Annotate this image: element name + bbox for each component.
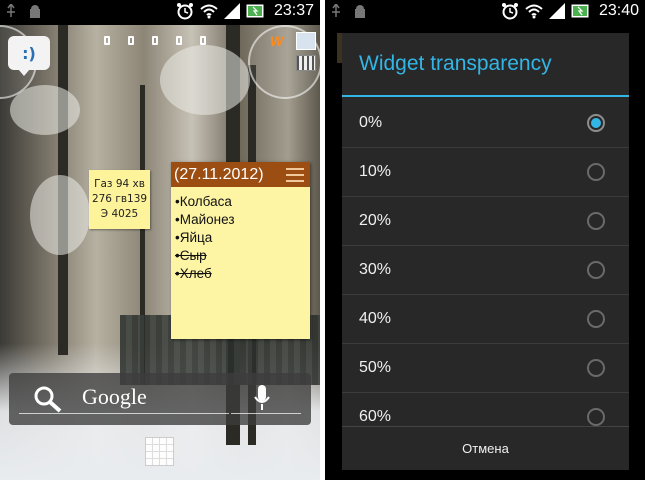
gallery-icon[interactable] xyxy=(296,32,316,50)
walkman-icon[interactable]: W xyxy=(270,33,283,49)
option-label: 40% xyxy=(359,310,392,327)
messaging-icon[interactable]: :) xyxy=(8,36,50,76)
list-item-done[interactable]: •Хлеб xyxy=(175,265,306,283)
battery-icon xyxy=(571,4,589,18)
option-row[interactable]: 50% xyxy=(342,344,629,393)
option-row[interactable]: 10% xyxy=(342,148,629,197)
page-indicator xyxy=(104,36,206,45)
status-time: 23:37 xyxy=(273,2,314,19)
radio-button[interactable] xyxy=(587,408,605,426)
note-date: (27.11.2012) xyxy=(174,165,264,183)
list-item-done[interactable]: •Сыр xyxy=(175,247,306,265)
search-underline xyxy=(231,413,301,414)
page-dot xyxy=(200,36,206,45)
radio-button[interactable] xyxy=(587,310,605,328)
radio-button-checked[interactable] xyxy=(587,114,605,132)
radio-button[interactable] xyxy=(587,163,605,181)
cancel-button[interactable]: Отмена xyxy=(462,441,509,456)
alarm-icon xyxy=(501,3,518,20)
microphone-icon[interactable] xyxy=(254,385,270,411)
page-dot xyxy=(152,36,158,45)
wifi-icon xyxy=(200,4,218,19)
status-bar: 23:40 xyxy=(325,0,645,25)
google-search-widget[interactable]: Google xyxy=(9,373,311,425)
option-row[interactable]: 40% xyxy=(342,295,629,344)
search-underline xyxy=(19,413,229,414)
option-row[interactable]: 20% xyxy=(342,197,629,246)
google-label[interactable]: Google xyxy=(82,384,147,410)
signal-icon xyxy=(223,3,240,19)
status-time: 23:40 xyxy=(598,2,639,19)
home-screen: 23:37 :) W Газ 94 хв 276 гв139 Э 4025 (2… xyxy=(0,0,320,480)
page-dot xyxy=(176,36,182,45)
alarm-icon xyxy=(176,3,193,20)
option-row[interactable]: 30% xyxy=(342,246,629,295)
list-item[interactable]: •Колбаса xyxy=(175,193,306,211)
page-dot xyxy=(128,36,134,45)
option-row[interactable]: 60% xyxy=(342,393,629,427)
signal-icon xyxy=(548,3,565,19)
note-list: •Колбаса •Майонез •Яйца •Сыр •Хлеб xyxy=(171,187,310,289)
usb-icon xyxy=(332,4,340,17)
radio-button[interactable] xyxy=(587,261,605,279)
settings-screen: 23:40 Widget transparency 0% 10% 20% 30% xyxy=(325,0,645,480)
search-icon[interactable] xyxy=(33,385,63,413)
battery-icon xyxy=(246,4,264,18)
snowy-branch xyxy=(160,45,250,115)
option-label: 10% xyxy=(359,163,392,180)
dialog-title: Widget transparency xyxy=(342,33,629,97)
option-row[interactable]: 0% xyxy=(342,99,629,148)
radio-button[interactable] xyxy=(587,212,605,230)
sticky-line: Э 4025 xyxy=(100,208,139,220)
usb-icon xyxy=(7,4,15,17)
dialog-footer: Отмена xyxy=(342,426,629,470)
android-debug-icon xyxy=(30,5,40,18)
calculator-icon[interactable] xyxy=(296,55,316,71)
page-dot xyxy=(104,36,110,45)
android-debug-icon xyxy=(355,5,365,18)
option-label: 50% xyxy=(359,359,392,376)
option-label: 0% xyxy=(359,114,383,131)
radio-button[interactable] xyxy=(587,359,605,377)
options-list[interactable]: 0% 10% 20% 30% 40% 50% 60% xyxy=(342,99,629,427)
note-header: (27.11.2012) xyxy=(171,162,310,187)
option-label: 20% xyxy=(359,212,392,229)
snowy-branch xyxy=(30,175,90,255)
sticky-line: Газ 94 хв xyxy=(94,178,145,190)
status-bar: 23:37 xyxy=(0,0,320,25)
app-drawer-icon[interactable] xyxy=(145,437,174,466)
menu-icon[interactable] xyxy=(286,167,304,182)
sticky-note-small[interactable]: Газ 94 хв 276 гв139 Э 4025 xyxy=(89,170,150,229)
option-label: 30% xyxy=(359,261,392,278)
list-item[interactable]: •Майонез xyxy=(175,211,306,229)
option-label: 60% xyxy=(359,408,392,425)
note-widget[interactable]: (27.11.2012) •Колбаса •Майонез •Яйца •Сы… xyxy=(171,162,310,339)
list-item[interactable]: •Яйца xyxy=(175,229,306,247)
transparency-dialog: Widget transparency 0% 10% 20% 30% 40% 5… xyxy=(342,33,629,470)
wifi-icon xyxy=(525,4,543,19)
sticky-line: 276 гв139 xyxy=(91,193,148,205)
